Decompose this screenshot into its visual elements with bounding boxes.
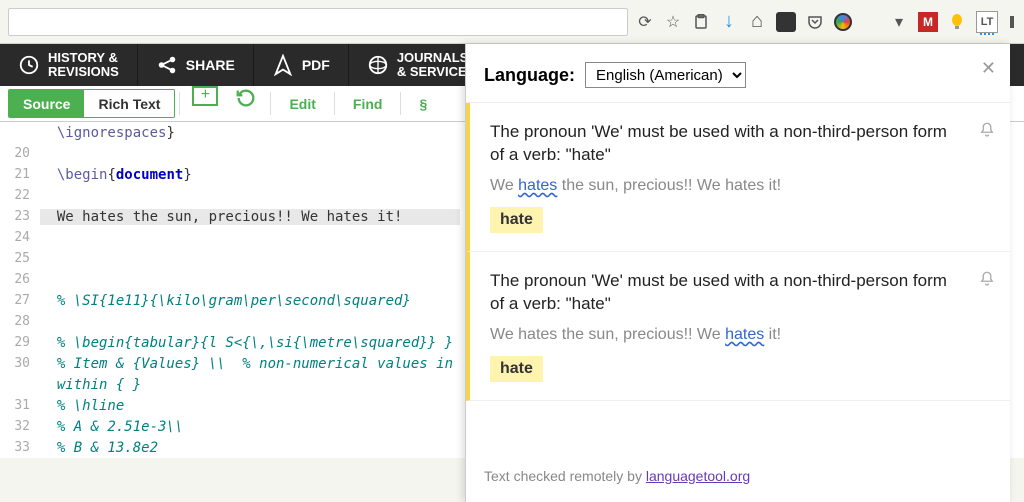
- languagetool-icon[interactable]: LT: [976, 11, 998, 33]
- language-label: Language:: [484, 65, 575, 86]
- reload-icon[interactable]: ⟳: [636, 13, 654, 31]
- popup-header: Language: English (American) ✕: [466, 44, 1010, 103]
- pocket-icon[interactable]: [806, 13, 824, 31]
- languagetool-popup: Language: English (American) ✕ The prono…: [465, 44, 1010, 502]
- language-select[interactable]: English (American): [585, 62, 746, 88]
- bulb-icon[interactable]: [948, 13, 966, 31]
- suggestion-button[interactable]: hate: [490, 356, 543, 382]
- issue-message: The pronoun 'We' must be used with a non…: [490, 121, 994, 167]
- more-icon[interactable]: [1008, 13, 1016, 31]
- menu-history[interactable]: HISTORY & REVISIONS: [0, 44, 138, 86]
- bell-icon[interactable]: [978, 270, 996, 293]
- clipboard-icon[interactable]: [692, 13, 710, 31]
- section-button[interactable]: §: [405, 86, 441, 121]
- issue-message: The pronoun 'We' must be used with a non…: [490, 270, 994, 316]
- menu-share[interactable]: SHARE: [138, 44, 254, 86]
- download-icon[interactable]: ↓: [720, 13, 738, 31]
- find-button[interactable]: Find: [339, 86, 397, 121]
- issue-context: We hates the sun, precious!! We hates it…: [490, 326, 994, 344]
- issues-list: The pronoun 'We' must be used with a non…: [466, 103, 1010, 454]
- tab-source[interactable]: Source: [9, 90, 84, 117]
- history-icon[interactable]: [234, 86, 258, 110]
- mendeley-icon[interactable]: M: [918, 12, 938, 32]
- star-icon[interactable]: ☆: [664, 13, 682, 31]
- dropdown-icon[interactable]: ▾: [890, 13, 908, 31]
- owl-icon[interactable]: [776, 12, 796, 32]
- issue-context: We hates the sun, precious!! We hates it…: [490, 177, 994, 195]
- menu-pdf[interactable]: PDF: [254, 44, 349, 86]
- url-bar[interactable]: [8, 8, 628, 36]
- browser-toolbar: ⟳ ☆ ↓ ⌂ ▾ M LT: [0, 0, 1024, 44]
- bell-icon[interactable]: [978, 121, 996, 144]
- close-icon[interactable]: ✕: [981, 58, 996, 79]
- add-file-icon[interactable]: +: [192, 86, 218, 106]
- mode-tabs: Source Rich Text: [8, 89, 175, 118]
- languagetool-link[interactable]: languagetool.org: [646, 468, 750, 484]
- suggestion-button[interactable]: hate: [490, 207, 543, 233]
- grammar-issue: The pronoun 'We' must be used with a non…: [466, 103, 1010, 252]
- popup-footer: Text checked remotely by languagetool.or…: [466, 454, 1010, 502]
- colorful-icon[interactable]: [834, 13, 852, 31]
- edit-button[interactable]: Edit: [275, 86, 329, 121]
- grammar-issue: The pronoun 'We' must be used with a non…: [466, 252, 1010, 401]
- grid-icon[interactable]: [862, 13, 880, 31]
- tab-richtext[interactable]: Rich Text: [84, 90, 174, 117]
- home-icon[interactable]: ⌂: [748, 13, 766, 31]
